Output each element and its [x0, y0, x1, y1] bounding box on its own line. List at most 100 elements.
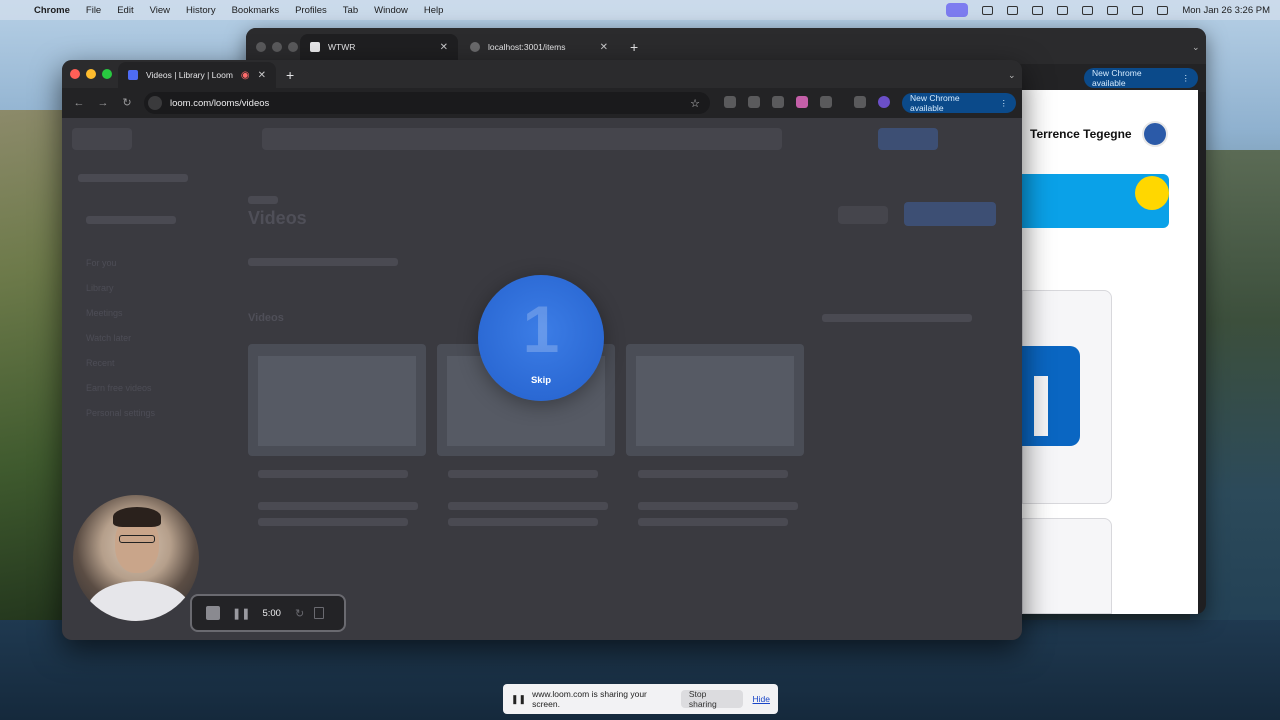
volume-icon[interactable]: [1057, 5, 1069, 15]
reload-icon[interactable]: ↻: [120, 96, 134, 110]
extension-icon[interactable]: [748, 96, 760, 108]
status-icon[interactable]: [1032, 5, 1044, 15]
close-window-button[interactable]: [70, 69, 80, 79]
reading-list-icon[interactable]: [854, 96, 866, 108]
video-thumbnail: [626, 344, 804, 456]
breadcrumb: [248, 196, 278, 204]
menu-app-name[interactable]: Chrome: [34, 5, 70, 16]
trash-icon[interactable]: [314, 607, 325, 619]
status-icon[interactable]: [1007, 5, 1019, 15]
close-tab-icon[interactable]: ✕: [258, 70, 266, 81]
maximize-window-button[interactable]: [288, 42, 298, 52]
menu-edit[interactable]: Edit: [117, 5, 133, 16]
apple-icon[interactable]: [10, 4, 22, 16]
sort-controls: [822, 314, 972, 322]
tab-loom-videos[interactable]: Videos | Library | Loom ◉ ✕: [118, 62, 276, 88]
new-video-button: [904, 202, 996, 226]
new-folder-button: [838, 206, 888, 224]
address-bar[interactable]: loom.com/looms/videos ☆: [144, 92, 710, 114]
extension-icon[interactable]: [796, 96, 808, 108]
close-window-button[interactable]: [256, 42, 266, 52]
screen-recording-icon[interactable]: [946, 3, 969, 17]
search-icon[interactable]: [1132, 5, 1144, 15]
tab-label: Videos | Library | Loom: [146, 70, 233, 80]
close-tab-icon[interactable]: ✕: [600, 42, 608, 53]
minimize-window-button[interactable]: [86, 69, 96, 79]
status-icon[interactable]: [982, 5, 994, 15]
control-center-icon[interactable]: [1157, 5, 1169, 15]
profile-avatar[interactable]: [1142, 121, 1168, 147]
bookmark-star-icon[interactable]: ☆: [690, 97, 700, 110]
upgrade-button: [878, 128, 938, 150]
menu-status-area: Mon Jan 26 3:26 PM: [946, 3, 1270, 17]
video-meta: [258, 470, 408, 478]
new-tab-button[interactable]: +: [620, 34, 646, 60]
new-chrome-badge-back[interactable]: New Chrome available ⋮: [1084, 68, 1198, 88]
pause-icon[interactable]: ❚❚: [232, 607, 250, 620]
menu-datetime[interactable]: Mon Jan 26 3:26 PM: [1182, 5, 1270, 16]
page-title: Videos: [248, 208, 307, 228]
tab-search-icon[interactable]: ⌄: [1182, 34, 1202, 60]
extensions-puzzle-icon[interactable]: [820, 96, 832, 108]
menu-history[interactable]: History: [186, 5, 216, 16]
tab-wtwr[interactable]: WTWR ✕: [300, 34, 458, 60]
toolbar-front: ← → ↻ loom.com/looms/videos ☆ New Chrome…: [62, 88, 1022, 118]
minimize-window-button[interactable]: [272, 42, 282, 52]
person-hair: [113, 507, 161, 527]
new-chrome-badge-front[interactable]: New Chrome available ⋮: [902, 93, 1016, 113]
profile-banner: [1022, 174, 1169, 228]
menu-profiles[interactable]: Profiles: [295, 5, 327, 16]
video-title: [448, 502, 608, 510]
person-glasses: [119, 535, 155, 543]
close-tab-icon[interactable]: ✕: [440, 42, 448, 53]
hide-sharing-bar-button[interactable]: Hide: [753, 694, 770, 704]
sidebar-item-for-you: For you: [86, 258, 117, 268]
menu-window[interactable]: Window: [374, 5, 408, 16]
item-card[interactable]: [1022, 518, 1112, 614]
new-chrome-label: New Chrome available: [1092, 68, 1142, 88]
wifi-icon[interactable]: [1107, 5, 1119, 15]
back-icon[interactable]: ←: [72, 96, 86, 110]
maximize-window-button[interactable]: [102, 69, 112, 79]
sidebar-item-earn-free-videos: Earn free videos: [86, 383, 152, 393]
battery-icon[interactable]: [1082, 5, 1094, 15]
invite-teammates: [86, 216, 176, 224]
profile-avatar-icon[interactable]: [878, 96, 890, 108]
site-info-icon[interactable]: [148, 96, 162, 110]
library-tabs: [248, 258, 398, 266]
tab-search-icon[interactable]: ⌄: [998, 62, 1018, 88]
tab-bar-back: WTWR ✕ localhost:3001/items ✕ + ⌄: [246, 28, 1206, 64]
window-controls-front: [70, 69, 112, 79]
restart-icon[interactable]: ↻: [295, 607, 304, 620]
forward-icon[interactable]: →: [96, 96, 110, 110]
logo-shape: [1034, 376, 1048, 436]
sun-graphic: [1135, 176, 1169, 210]
menu-bookmarks[interactable]: Bookmarks: [232, 5, 280, 16]
pause-icon: ❚❚: [511, 693, 527, 704]
menu-tab[interactable]: Tab: [343, 5, 358, 16]
menu-help[interactable]: Help: [424, 5, 444, 16]
screen-sharing-bar: ❚❚ www.loom.com is sharing your screen. …: [503, 684, 778, 714]
tab-favicon: [310, 42, 320, 52]
more-options-icon: ⋮: [999, 97, 1009, 108]
tab-label: WTWR: [328, 42, 356, 52]
address-url[interactable]: loom.com/looms/videos: [170, 98, 269, 109]
extension-icon[interactable]: [724, 96, 736, 108]
extension-icon[interactable]: [772, 96, 784, 108]
sharing-message: www.loom.com is sharing your screen.: [532, 689, 647, 709]
tab-localhost-items[interactable]: localhost:3001/items ✕: [460, 34, 618, 60]
camera-bubble[interactable]: [71, 493, 201, 623]
menu-bar: Chrome File Edit View History Bookmarks …: [0, 0, 1280, 20]
recording-indicator-icon: ◉: [240, 69, 250, 81]
stop-recording-button[interactable]: [206, 606, 220, 620]
thumbnail-image: [636, 356, 794, 446]
sidebar-item-library: Library: [86, 283, 114, 293]
menu-view[interactable]: View: [150, 5, 170, 16]
menu-file[interactable]: File: [86, 5, 101, 16]
stop-sharing-button[interactable]: Stop sharing: [680, 689, 743, 709]
new-tab-button[interactable]: +: [276, 62, 302, 88]
sidebar-item-recent: Recent: [86, 358, 115, 368]
skip-countdown-button[interactable]: Skip: [478, 375, 604, 386]
video-thumbnail: [248, 344, 426, 456]
video-title: [258, 518, 408, 526]
